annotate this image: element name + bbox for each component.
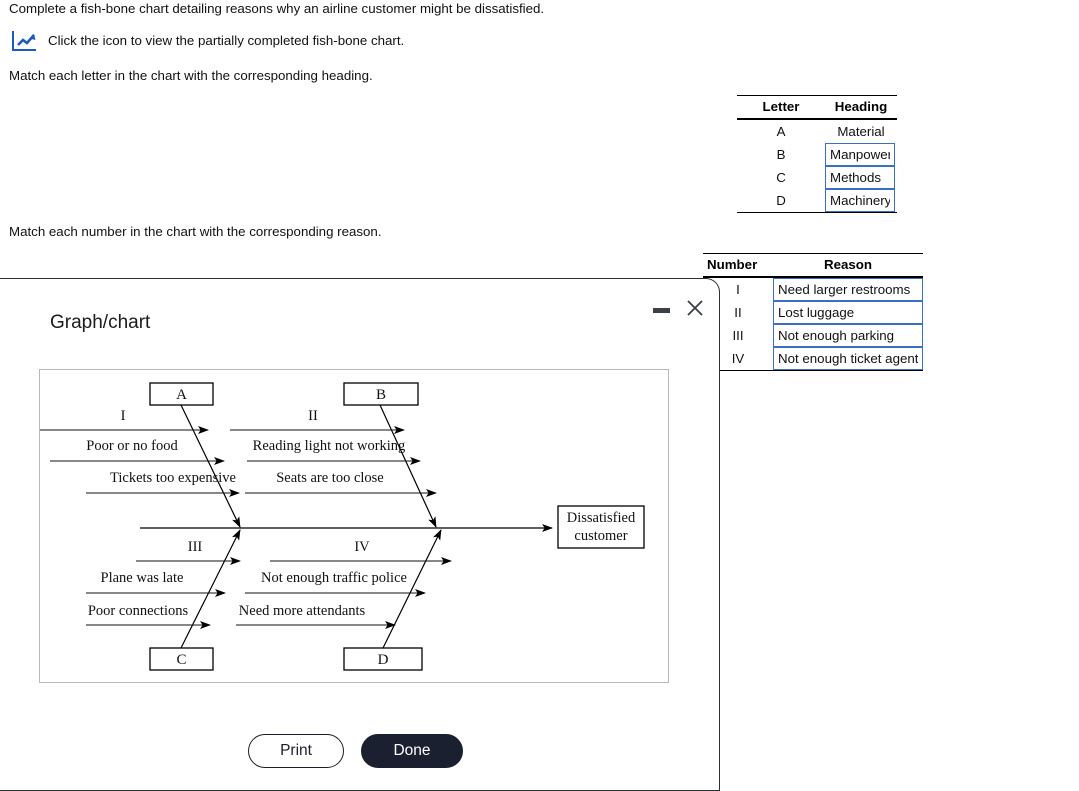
cause-label-d1: IV <box>354 539 370 555</box>
letter-heading-table: Letter Heading A Material B C D <box>737 95 897 213</box>
reason-input-ii[interactable] <box>773 301 923 324</box>
letter-key-d: D <box>776 193 786 208</box>
fishbone-svg: Dissatisfied customer A I Poor or no foo… <box>40 382 645 671</box>
reason-input-iii[interactable] <box>773 324 923 347</box>
reason-input-i-cell <box>773 277 923 301</box>
category-arrow-a <box>180 404 241 528</box>
chart-icon[interactable] <box>12 31 36 51</box>
effect-label-line2: customer <box>574 528 627 544</box>
cause-label-b3: Seats are too close <box>276 470 384 486</box>
column-header-reason: Reason <box>773 253 923 278</box>
column-header-heading: Heading <box>825 95 897 120</box>
heading-input-b[interactable] <box>825 143 895 166</box>
instruction-line-3: Match each letter in the chart with the … <box>9 68 373 83</box>
letter-key-c: C <box>776 170 786 185</box>
table-bottom-rule <box>703 370 923 371</box>
done-button[interactable]: Done <box>361 734 463 768</box>
reason-input-iv-cell <box>773 347 923 371</box>
cause-label-a3: Tickets too expensive <box>110 470 236 486</box>
category-arrow-b <box>379 404 437 528</box>
cause-label-c3: Poor connections <box>88 603 189 619</box>
category-label-a: A <box>176 387 187 403</box>
cause-label-d2: Not enough traffic police <box>261 570 407 586</box>
column-header-letter: Letter <box>737 95 825 120</box>
reason-input-iii-cell <box>773 324 923 347</box>
table-header-row: Number Reason <box>703 253 923 278</box>
table-row: B <box>737 143 897 166</box>
heading-input-c[interactable] <box>825 166 895 189</box>
category-label-d: D <box>378 652 389 668</box>
cause-label-b1: II <box>308 408 318 424</box>
print-button[interactable]: Print <box>248 734 344 768</box>
cause-label-a2: Poor or no food <box>86 438 178 454</box>
reason-input-iv[interactable] <box>773 347 923 370</box>
category-label-c: C <box>176 652 186 668</box>
close-icon[interactable] <box>685 298 705 318</box>
table-row: A Material <box>737 119 897 143</box>
modal-title: Graph/chart <box>50 312 151 333</box>
category-arrow-d <box>382 529 442 649</box>
category-label-b: B <box>376 387 386 403</box>
letter-key-b: B <box>776 147 786 162</box>
heading-input-c-cell <box>825 166 897 189</box>
table-row: II <box>703 301 923 324</box>
column-header-number: Number <box>703 253 773 278</box>
heading-value-a: Material <box>837 124 885 139</box>
table-bottom-rule <box>737 212 897 213</box>
table-row: III <box>703 324 923 347</box>
effect-label-line1: Dissatisfied <box>567 510 636 526</box>
instruction-line-4: Match each number in the chart with the … <box>9 224 382 239</box>
heading-input-d-cell <box>825 189 897 213</box>
table-row: I <box>703 277 923 301</box>
table-row: C <box>737 166 897 189</box>
cause-label-c1: III <box>188 539 203 555</box>
table-row: D <box>737 189 897 213</box>
table-header-row: Letter Heading <box>737 95 897 120</box>
heading-input-b-cell <box>825 143 897 166</box>
cause-label-b2: Reading light not working <box>253 438 406 454</box>
table-row: IV <box>703 347 923 371</box>
number-reason-table: Number Reason I II III IV <box>703 253 923 371</box>
instruction-line-1: Complete a fish-bone chart detailing rea… <box>9 1 545 16</box>
reason-input-ii-cell <box>773 301 923 324</box>
minimize-icon[interactable] <box>653 305 670 315</box>
cause-label-a1: I <box>121 408 126 424</box>
heading-input-d[interactable] <box>825 189 895 212</box>
fishbone-diagram-panel: Dissatisfied customer A I Poor or no foo… <box>39 369 669 683</box>
heading-value-a-cell: Material <box>825 119 897 143</box>
letter-key-a: A <box>776 124 786 139</box>
reason-input-i[interactable] <box>773 278 923 301</box>
instruction-line-2: Click the icon to view the partially com… <box>48 33 405 48</box>
cause-label-c2: Plane was late <box>101 570 184 586</box>
cause-label-d3: Need more attendants <box>239 603 366 619</box>
